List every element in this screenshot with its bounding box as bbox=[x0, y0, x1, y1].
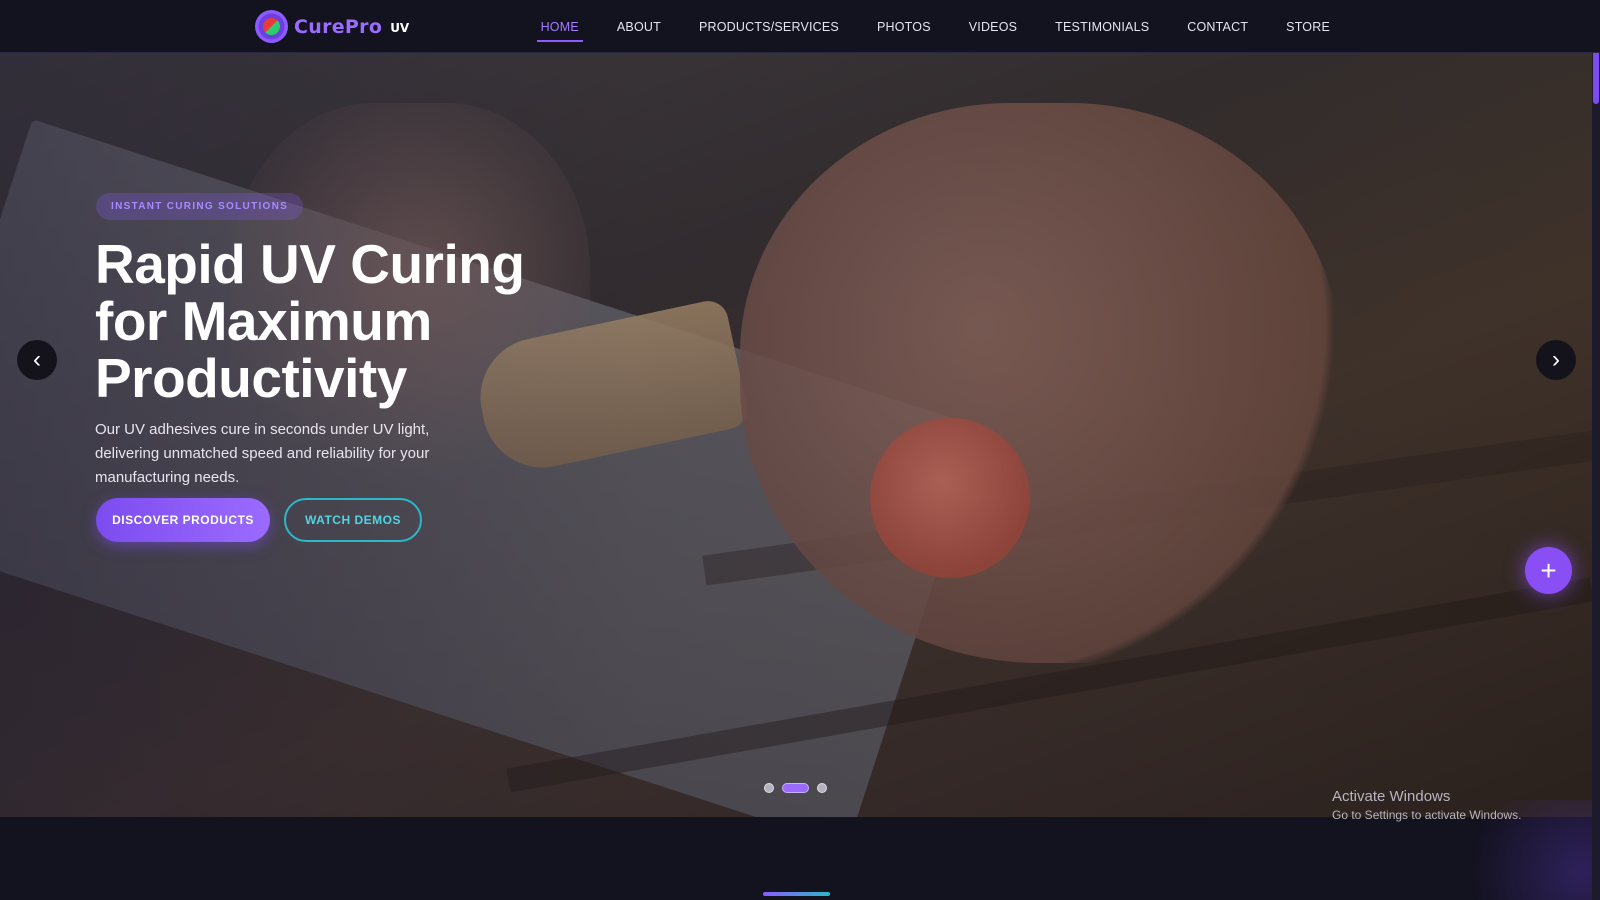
hero-subtext: Our UV adhesives cure in seconds under U… bbox=[95, 421, 430, 486]
chevron-right-icon: › bbox=[1552, 346, 1560, 373]
brand-logo[interactable]: CurePro UV bbox=[255, 10, 409, 43]
nav-item-home[interactable]: HOME bbox=[536, 12, 584, 42]
nav-item-testimonials[interactable]: TESTIMONIALS bbox=[1051, 12, 1153, 42]
nav-item-videos[interactable]: VIDEOS bbox=[965, 12, 1021, 42]
brand-suffix: UV bbox=[390, 20, 410, 35]
slider-dot-1[interactable] bbox=[764, 783, 774, 793]
slider-next-button[interactable]: › bbox=[1536, 340, 1576, 380]
discover-products-button[interactable]: DISCOVER PRODUCTS bbox=[96, 498, 270, 542]
hero-slider: INSTANT CURING SOLUTIONS Rapid UV Curing… bbox=[0, 53, 1592, 817]
slider-pagination bbox=[764, 783, 827, 793]
brand-name: CurePro bbox=[294, 15, 383, 38]
brand-logo-icon bbox=[255, 10, 288, 43]
floating-action-button[interactable]: + bbox=[1525, 547, 1572, 594]
watermark-title: Activate Windows bbox=[1332, 788, 1451, 805]
nav-item-photos[interactable]: PHOTOS bbox=[873, 12, 935, 42]
chevron-left-icon: ‹ bbox=[33, 346, 41, 373]
page-scrollbar[interactable] bbox=[1592, 0, 1600, 900]
main-menu: HOME ABOUT PRODUCTS/SERVICES PHOTOS VIDE… bbox=[536, 0, 1334, 53]
watch-demos-button[interactable]: WATCH DEMOS bbox=[284, 498, 422, 542]
nav-item-products-services[interactable]: PRODUCTS/SERVICES bbox=[695, 12, 843, 42]
nav-item-store[interactable]: STORE bbox=[1282, 12, 1334, 42]
plus-icon: + bbox=[1540, 554, 1557, 586]
hero-headline: Rapid UV Curing for Maximum Productivity bbox=[95, 233, 525, 409]
section-divider bbox=[763, 892, 830, 896]
nav-item-contact[interactable]: CONTACT bbox=[1183, 12, 1252, 42]
hero-eyebrow-badge: INSTANT CURING SOLUTIONS bbox=[96, 193, 304, 220]
top-navbar: CurePro UV HOME ABOUT PRODUCTS/SERVICES … bbox=[0, 0, 1600, 53]
watermark-subtitle: Go to Settings to activate Windows. bbox=[1332, 808, 1522, 822]
slider-dot-3[interactable] bbox=[817, 783, 827, 793]
windows-activation-watermark: Activate Windows Go to Settings to activ… bbox=[1332, 788, 1521, 822]
slider-prev-button[interactable]: ‹ bbox=[17, 340, 57, 380]
slider-dot-2[interactable] bbox=[782, 783, 809, 793]
nav-item-about[interactable]: ABOUT bbox=[613, 12, 665, 42]
